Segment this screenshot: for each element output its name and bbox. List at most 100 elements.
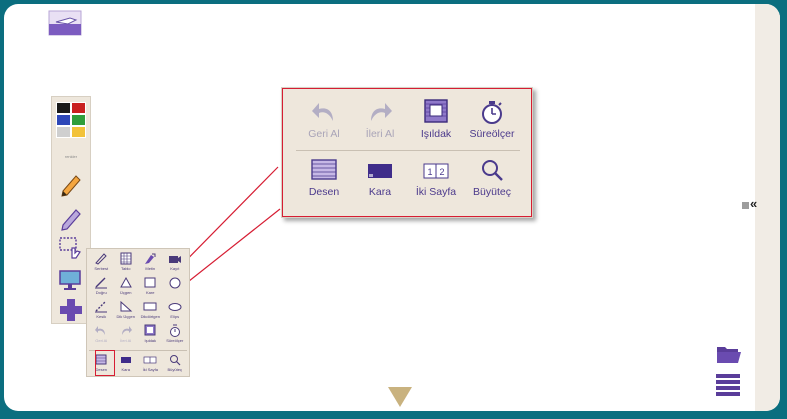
text-icon	[145, 253, 156, 264]
tool-label: Serbest	[94, 266, 109, 271]
pencil-icon[interactable]	[57, 169, 85, 197]
zoom-label: İki Sayfa	[415, 186, 457, 198]
tool-kesik[interactable]: Kesik	[89, 299, 114, 323]
hand-card-icon[interactable]	[48, 10, 82, 36]
zoom-label: Işıldak	[420, 128, 452, 140]
zoom-label: Geri Al	[308, 128, 340, 140]
tool-label: Süreölçer	[166, 338, 184, 343]
menu-list-icon[interactable]	[715, 373, 741, 397]
tool-circle[interactable]	[163, 275, 188, 299]
square-icon	[144, 277, 156, 288]
tool-label: Metin	[145, 266, 156, 271]
right-triangle-icon	[120, 300, 133, 312]
tool-ileri-al[interactable]: İleri Al	[114, 323, 139, 347]
zoom-label: Desen	[308, 186, 340, 198]
tool-dogru[interactable]: Doğru	[89, 275, 114, 299]
magnifier-icon	[169, 355, 181, 366]
selection-hand-icon[interactable]	[57, 234, 85, 262]
tool-label: Kayıt	[170, 266, 180, 271]
tool-label: İleri Al	[120, 338, 132, 343]
color-yellow[interactable]	[71, 126, 86, 138]
tool-ucgen[interactable]: Üçgen	[114, 275, 139, 299]
camera-icon	[168, 256, 181, 263]
zoom-geri-al[interactable]: Geri Al	[296, 96, 352, 148]
color-palette	[56, 102, 86, 150]
table-icon	[120, 252, 132, 265]
tool-kayit[interactable]: Kayıt	[163, 251, 188, 275]
undo-icon	[95, 326, 106, 335]
right-side-strip	[755, 4, 780, 411]
tool-label: Geri Al	[95, 338, 108, 343]
stopwatch-icon	[169, 324, 180, 337]
tool-label: Kara	[121, 367, 130, 372]
zoom-isildak[interactable]: Işıldak	[408, 96, 464, 148]
freehand-icon	[95, 253, 107, 265]
blackout-icon	[368, 164, 392, 178]
color-blue[interactable]	[56, 114, 71, 126]
circle-icon	[169, 277, 181, 289]
undo-icon	[312, 103, 333, 121]
zoomed-tools-panel: Geri Al İleri Al Işıldak Süreölçer Desen…	[281, 87, 533, 218]
zoom-label: İleri Al	[365, 128, 395, 140]
tool-kare[interactable]: Kare	[138, 275, 163, 299]
zoom-buyutec[interactable]: Büyüteç	[464, 154, 520, 206]
tool-label: Kare	[146, 290, 155, 295]
eraser-pencil-icon[interactable]	[57, 203, 85, 231]
triangle-icon	[119, 276, 132, 288]
left-toolbar: renkler	[51, 96, 91, 324]
pattern-icon	[311, 159, 337, 180]
tool-dikdortgen[interactable]: Dikdörtgen	[138, 299, 163, 323]
tool-label: Işıldak	[144, 338, 157, 343]
tool-label: Elips	[170, 314, 180, 319]
line-icon	[95, 277, 108, 289]
ellipse-icon	[168, 303, 182, 311]
tool-label: Büyüteç	[167, 367, 182, 372]
tool-geri-al[interactable]: Geri Al	[89, 323, 114, 347]
tool-serbest[interactable]: Serbest	[89, 251, 114, 275]
tool-iki-sayfa[interactable]: İki Sayfa	[138, 352, 163, 372]
collapse-chevron-icon[interactable]: «	[750, 196, 757, 211]
tool-tablo[interactable]: Tablo	[114, 251, 139, 275]
tool-sureolcer[interactable]: Süreölçer	[163, 323, 188, 347]
tool-label: Üçgen	[119, 290, 132, 295]
zoom-sureolcer[interactable]: Süreölçer	[464, 96, 520, 148]
redo-icon	[371, 103, 392, 121]
two-page-icon	[143, 356, 157, 364]
zoom-label: Süreölçer	[469, 128, 515, 140]
screen-icon[interactable]	[57, 266, 85, 294]
blackout-icon	[120, 357, 131, 363]
redo-icon	[121, 326, 132, 335]
zoom-kara[interactable]: Kara	[352, 154, 408, 206]
tool-metin[interactable]: Metin	[138, 251, 163, 275]
folder-icon[interactable]	[716, 344, 742, 364]
zoom-label: Büyüteç	[473, 186, 511, 198]
zoom-ileri-al[interactable]: İleri Al	[352, 96, 408, 148]
tool-dik-ucgen[interactable]: Dik Üçgen	[114, 299, 139, 323]
tool-buyutec[interactable]: Büyüteç	[163, 352, 188, 372]
page-number-2: 2	[439, 167, 444, 177]
tool-elips[interactable]: Elips	[163, 299, 188, 323]
tool-label: Tablo	[120, 266, 131, 271]
expand-down-icon[interactable]	[388, 387, 412, 407]
tool-isildak[interactable]: Işıldak	[138, 323, 163, 347]
plus-icon[interactable]	[57, 296, 85, 324]
color-gray[interactable]	[56, 126, 71, 138]
color-black[interactable]	[56, 102, 71, 114]
dashed-line-icon	[95, 301, 108, 313]
tools-popup-panel: Serbest Tablo Metin Kayıt Doğru Üçgen Ka…	[86, 248, 190, 377]
zoom-iki-sayfa[interactable]: 1 2 İki Sayfa	[408, 154, 464, 206]
palette-label: renkler	[64, 154, 78, 159]
collapse-box[interactable]	[742, 202, 749, 209]
magnifier-icon	[482, 160, 503, 181]
tool-kara[interactable]: Kara	[114, 352, 139, 372]
two-page-icon: 1 2	[423, 163, 449, 179]
highlight-box	[95, 350, 115, 376]
whiteboard-frame: renkler Serbest Tablo Metin Kayıt Doğru …	[4, 4, 780, 411]
color-green[interactable]	[71, 114, 86, 126]
color-red[interactable]	[71, 102, 86, 114]
tool-label: Doğru	[95, 290, 107, 295]
tool-label: İki Sayfa	[142, 367, 158, 372]
rectangle-icon	[143, 302, 157, 311]
zoom-desen[interactable]: Desen	[296, 154, 352, 206]
tool-label: Dik Üçgen	[116, 314, 135, 319]
